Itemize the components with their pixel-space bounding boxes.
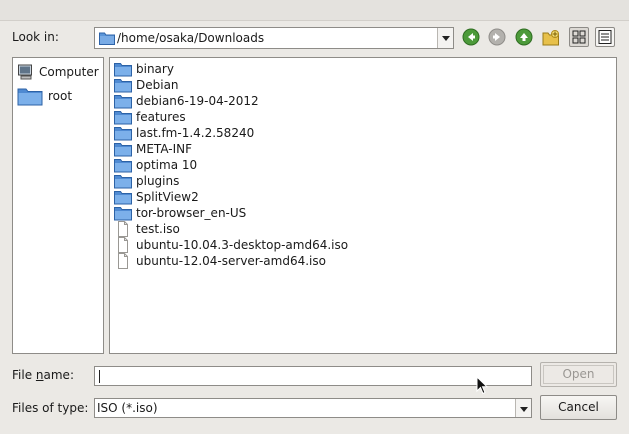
folder-icon — [114, 93, 132, 109]
cancel-button[interactable]: Cancel — [540, 395, 617, 420]
list-item-label: ubuntu-10.04.3-desktop-amd64.iso — [136, 238, 349, 252]
back-icon[interactable] — [462, 28, 480, 46]
list-item-label: features — [136, 110, 186, 124]
sidebar-panel: Computer root — [12, 57, 104, 354]
list-item-label: Debian — [136, 78, 179, 92]
mouse-pointer-icon — [476, 375, 489, 398]
look-in-path: /home/osaka/Downloads — [117, 31, 265, 45]
sidebar-item-label: Computer — [39, 65, 99, 79]
file-icon — [114, 253, 132, 269]
look-in-combobox[interactable]: /home/osaka/Downloads — [94, 27, 454, 49]
list-item-label: tor-browser_en-US — [136, 206, 247, 220]
cancel-button-label: Cancel — [558, 400, 599, 414]
folder-icon — [114, 157, 132, 173]
file-name-label: File name: — [12, 368, 74, 382]
folder-icon — [114, 125, 132, 141]
open-button[interactable]: Open — [540, 362, 617, 387]
folder-icon — [114, 189, 132, 205]
folder-icon — [99, 31, 115, 48]
detail-view-icon[interactable] — [595, 27, 615, 47]
folder-icon — [114, 173, 132, 189]
folder-icon — [114, 205, 132, 221]
file-icon — [114, 221, 132, 237]
parent-directory-icon[interactable] — [515, 28, 533, 46]
file-list-panel: binary Debian debian6-19-04-2012 features la… — [109, 57, 617, 354]
files-of-type-value: ISO (*.iso) — [97, 401, 158, 415]
files-of-type-combobox[interactable]: ISO (*.iso) — [94, 398, 532, 418]
file-name-field[interactable] — [94, 366, 532, 386]
sidebar-item-label: root — [48, 89, 73, 103]
open-button-label: Open — [562, 367, 595, 381]
folder-icon — [114, 109, 132, 125]
chevron-down-icon[interactable] — [515, 399, 531, 417]
list-item-label: binary — [136, 62, 174, 76]
list-item-label: test.iso — [136, 222, 180, 236]
folder-icon — [114, 61, 132, 77]
list-item-label: debian6-19-04-2012 — [136, 94, 259, 108]
list-item-label: optima 10 — [136, 158, 198, 172]
list-item-label: META-INF — [136, 142, 193, 156]
list-item-label: plugins — [136, 174, 180, 188]
new-folder-icon[interactable] — [541, 28, 561, 48]
list-item-label: SplitView2 — [136, 190, 199, 204]
file-icon — [114, 237, 132, 253]
folder-icon — [17, 86, 43, 109]
list-item-label: last.fm-1.4.2.58240 — [136, 126, 255, 140]
files-of-type-label: Files of type: — [12, 401, 89, 415]
computer-icon — [17, 64, 35, 83]
sidebar-item-computer[interactable]: Computer — [17, 61, 101, 83]
text-caret — [99, 370, 100, 383]
list-view-icon[interactable] — [569, 27, 589, 47]
list-item-label: ubuntu-12.04-server-amd64.iso — [136, 254, 326, 268]
dialog-titlebar — [0, 0, 629, 21]
chevron-down-icon[interactable] — [437, 28, 453, 48]
sidebar-item-root[interactable]: root — [17, 85, 101, 107]
folder-icon — [114, 141, 132, 157]
look-in-label: Look in: — [12, 30, 59, 44]
folder-icon — [114, 77, 132, 93]
forward-icon[interactable] — [488, 28, 506, 46]
